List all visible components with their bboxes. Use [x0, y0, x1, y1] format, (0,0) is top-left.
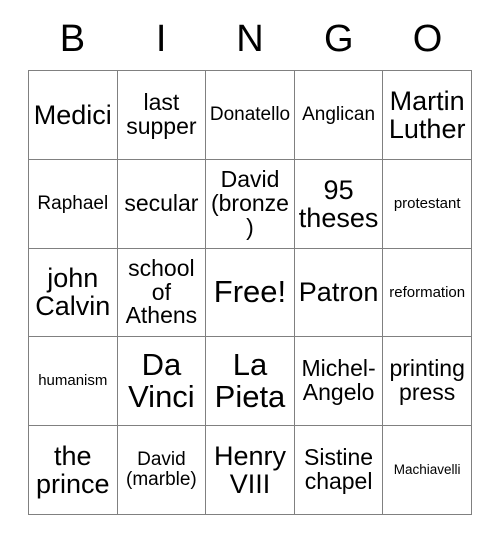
- bingo-cell-label: Martin Luther: [388, 85, 466, 144]
- bingo-cell-label: protestant: [393, 194, 461, 212]
- bingo-cell-label: 95 theses: [298, 174, 379, 233]
- bingo-cell[interactable]: john Calvin: [29, 248, 118, 338]
- bingo-cell[interactable]: David (bronze): [206, 159, 295, 249]
- bingo-cell[interactable]: Martin Luther: [383, 71, 472, 160]
- bingo-cell-label: Henry VIII: [213, 441, 286, 500]
- bingo-header-letter-o: O: [412, 18, 443, 60]
- bingo-cell[interactable]: Raphael: [29, 159, 118, 249]
- bingo-cell-label: school of Athens: [125, 254, 198, 329]
- bingo-card: B I N G O Medici last supper Donatello A…: [28, 8, 472, 515]
- bingo-free-cell[interactable]: Free!: [206, 248, 295, 338]
- bingo-header-letter-n: N: [236, 18, 264, 60]
- bingo-cell-label: Sistine chapel: [304, 444, 374, 495]
- bingo-cell-label: Raphael: [37, 192, 109, 214]
- bingo-cell-label: printing press: [389, 355, 465, 406]
- bingo-cell-label: humanism: [38, 372, 108, 390]
- bingo-cell[interactable]: Anglican: [294, 71, 384, 160]
- bingo-cell[interactable]: Henry VIII: [206, 426, 295, 515]
- bingo-cell[interactable]: La Pieta: [206, 337, 295, 427]
- bingo-cell[interactable]: Donatello: [206, 71, 295, 160]
- bingo-cell-label: Machiavelli: [393, 462, 461, 478]
- bingo-cell[interactable]: last supper: [117, 71, 207, 160]
- bingo-cell[interactable]: Michel-Angelo: [294, 337, 384, 427]
- bingo-cell[interactable]: printing press: [383, 337, 472, 427]
- bingo-cell[interactable]: secular: [117, 159, 207, 249]
- bingo-cell-label: the prince: [36, 441, 110, 500]
- bingo-cell-label: Donatello: [209, 104, 291, 126]
- bingo-cell-label: Medici: [33, 99, 112, 130]
- bingo-cell[interactable]: Sistine chapel: [294, 426, 384, 515]
- bingo-cell-label: La Pieta: [214, 347, 286, 415]
- bingo-row: john Calvin school of Athens Free! Patro…: [29, 248, 472, 338]
- bingo-header-letter-i: I: [155, 18, 167, 60]
- bingo-cell[interactable]: Medici: [29, 71, 118, 160]
- bingo-cell-label: Anglican: [302, 104, 376, 126]
- bingo-cell-label: secular: [124, 189, 199, 216]
- bingo-cell[interactable]: David (marble): [117, 426, 207, 515]
- bingo-cell[interactable]: Patron: [294, 248, 384, 338]
- bingo-row: Medici last supper Donatello Anglican Ma…: [29, 71, 472, 160]
- bingo-cell[interactable]: protestant: [383, 159, 472, 249]
- bingo-cell[interactable]: the prince: [29, 426, 118, 515]
- bingo-cell[interactable]: Da Vinci: [117, 337, 207, 427]
- bingo-cell-label: David (bronze): [210, 165, 289, 240]
- bingo-cell[interactable]: school of Athens: [117, 248, 207, 338]
- bingo-header-row: B I N G O: [28, 8, 472, 70]
- bingo-cell-label: reformation: [389, 283, 466, 301]
- bingo-cell[interactable]: 95 theses: [294, 159, 384, 249]
- bingo-cell[interactable]: Machiavelli: [383, 426, 472, 515]
- bingo-cell-label: Michel-Angelo: [301, 355, 376, 406]
- bingo-cell-label: Da Vinci: [128, 347, 195, 415]
- bingo-row: the prince David (marble) Henry VIII Sis…: [29, 426, 472, 515]
- bingo-row: Raphael secular David (bronze) 95 theses…: [29, 159, 472, 249]
- bingo-grid: Medici last supper Donatello Anglican Ma…: [28, 70, 472, 515]
- bingo-cell[interactable]: reformation: [383, 248, 472, 338]
- bingo-header-letter-b: B: [59, 18, 86, 60]
- bingo-row: humanism Da Vinci La Pieta Michel-Angelo…: [29, 337, 472, 427]
- bingo-header-letter-g: G: [324, 18, 354, 60]
- bingo-cell-label: David (marble): [126, 449, 197, 491]
- bingo-cell[interactable]: humanism: [29, 337, 118, 427]
- bingo-cell-label: Patron: [298, 277, 379, 308]
- bingo-cell-label: john Calvin: [35, 263, 111, 322]
- bingo-cell-label: last supper: [126, 88, 197, 139]
- bingo-free-label: Free!: [213, 274, 287, 310]
